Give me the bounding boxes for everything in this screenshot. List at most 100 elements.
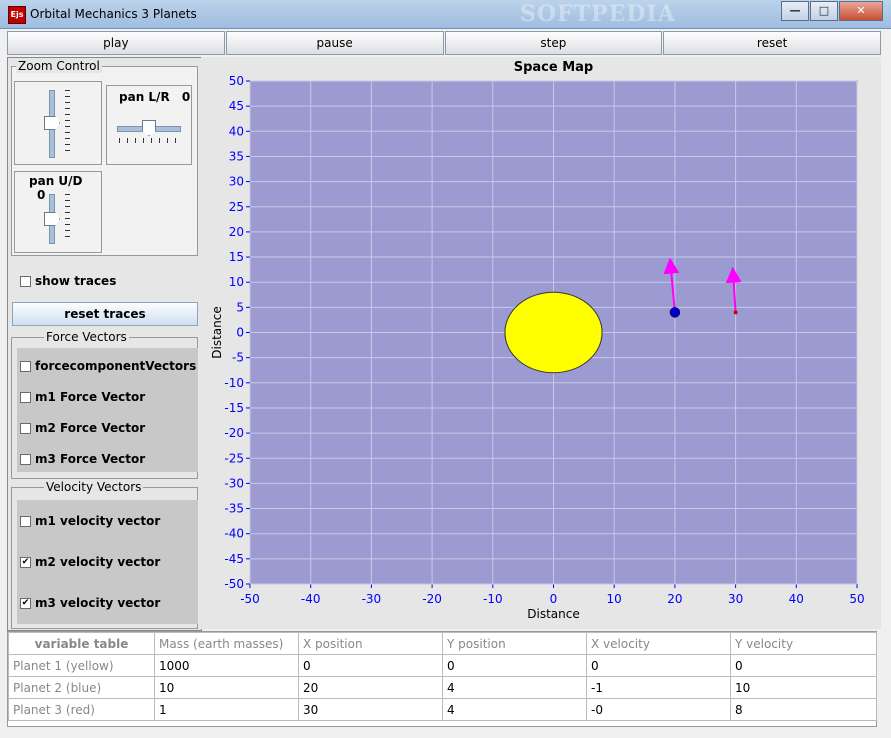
y-tick-label: -50: [224, 577, 244, 591]
x-tick-label: 10: [607, 592, 622, 606]
table-header-cell: Y velocity: [730, 632, 877, 655]
table-cell-input[interactable]: 20: [298, 676, 443, 699]
y-tick-label: -5: [232, 351, 244, 365]
y-tick-label: 5: [236, 300, 244, 314]
reset-traces-button[interactable]: reset traces: [12, 302, 198, 326]
table-header-cell: Mass (earth masses): [154, 632, 299, 655]
y-tick-label: 0: [236, 326, 244, 340]
force-component-vectors-checkbox[interactable]: [20, 360, 31, 372]
m2-force-vector-checkbox[interactable]: [20, 422, 31, 434]
pan-lr-slider-box: pan L/R 0: [106, 85, 192, 165]
space-map[interactable]: -50 -40 -30 -20 -10 0 10 20 30 40 5050454035302520…: [201, 57, 881, 629]
x-tick-label: 40: [789, 592, 804, 606]
y-tick-label: 50: [229, 74, 244, 88]
x-tick-label: 30: [728, 592, 743, 606]
pan-ud-slider-thumb[interactable]: [44, 212, 60, 226]
table-cell-input[interactable]: 1: [154, 698, 299, 721]
pan-lr-slider-thumb[interactable]: [142, 120, 156, 136]
m1-velocity-vector-label: m1 velocity vector: [35, 514, 161, 528]
table-header-cell: variable table: [8, 632, 155, 655]
space-map-panel: -50 -40 -30 -20 -10 0 10 20 30 40 50 50 45 40 35 30 25 20…: [201, 57, 881, 629]
show-traces-option[interactable]: show traces: [20, 274, 116, 288]
zoom-slider-box: [14, 81, 102, 165]
planet-2[interactable]: [669, 307, 681, 318]
y-tick-label: 15: [229, 250, 244, 264]
x-tick-label: -30: [362, 592, 382, 606]
m3-force-vector-checkbox[interactable]: [20, 453, 31, 465]
table-cell-input[interactable]: 4: [442, 676, 587, 699]
velocity-vector-option-0[interactable]: m1 velocity vector: [20, 514, 160, 528]
y-tick-label: -15: [224, 401, 244, 415]
m3-velocity-vector-checkbox[interactable]: ✔: [20, 597, 31, 609]
x-axis-label: Distance: [527, 607, 579, 621]
table-cell-input[interactable]: 0: [298, 654, 443, 677]
force-vector-option-1[interactable]: m1 Force Vector: [20, 390, 145, 404]
table-header-cell: X position: [298, 632, 443, 655]
play-button[interactable]: play: [7, 31, 225, 55]
x-tick-label: -50: [240, 592, 260, 606]
y-tick-label: 10: [229, 275, 244, 289]
m3-force-vector-label: m3 Force Vector: [35, 452, 146, 466]
maximize-button[interactable]: □: [810, 1, 838, 21]
plot-title: Space Map: [514, 60, 594, 75]
pan-ud-slider-box: pan U/D 0: [14, 171, 102, 253]
step-button[interactable]: step: [444, 31, 663, 55]
table-row-header: Planet 3 (red): [8, 698, 155, 721]
y-tick-label: -45: [224, 552, 244, 566]
window-title: Orbital Mechanics 3 Planets: [30, 7, 197, 21]
y-tick-label: -40: [224, 527, 244, 541]
show-traces-checkbox[interactable]: [20, 275, 31, 287]
force-vector-option-2[interactable]: m2 Force Vector: [20, 421, 145, 435]
y-tick-label: 35: [229, 149, 244, 163]
x-tick-label: 20: [667, 592, 682, 606]
pan-lr-label-text: pan L/R: [119, 90, 170, 104]
minimize-button[interactable]: —: [781, 1, 809, 21]
planet-1-sun[interactable]: [504, 291, 603, 374]
reset-button[interactable]: reset: [663, 31, 881, 55]
y-tick-label: -20: [224, 426, 244, 440]
table-cell-input[interactable]: 10: [730, 676, 877, 699]
table-cell-input[interactable]: 0: [586, 654, 731, 677]
pause-button[interactable]: pause: [225, 31, 444, 55]
table-row: Planet 2 (blue) 10 20 4 -1 10: [8, 676, 877, 699]
force-vectors-legend: Force Vectors: [44, 330, 129, 344]
table-cell-input[interactable]: 0: [442, 654, 587, 677]
table-header-row: variable table Mass (earth masses) X posit…: [8, 632, 877, 655]
table-cell-input[interactable]: 10: [154, 676, 299, 699]
force-component-vectors-label: forcecomponentVectors: [35, 359, 197, 373]
table-cell-input[interactable]: 30: [298, 698, 443, 721]
velocity-vectors-legend: Velocity Vectors: [44, 480, 144, 494]
m2-velocity-vector-label: m2 velocity vector: [35, 555, 161, 569]
table-header-cell: Y position: [442, 632, 587, 655]
table-cell-input[interactable]: 0: [730, 654, 877, 677]
table-cell-input[interactable]: -0: [586, 698, 731, 721]
y-tick-label: 25: [229, 200, 244, 214]
zoom-slider-thumb[interactable]: [44, 116, 60, 130]
m1-velocity-vector-checkbox[interactable]: [20, 515, 31, 527]
x-tick-label: -40: [301, 592, 321, 606]
pan-ud-label-text: pan U/D: [29, 174, 83, 188]
table-cell-input[interactable]: 1000: [154, 654, 299, 677]
m2-velocity-vector-checkbox[interactable]: ✔: [20, 556, 31, 568]
table-cell-input[interactable]: -1: [586, 676, 731, 699]
velocity-vector-option-1[interactable]: ✔ m2 velocity vector: [20, 555, 160, 569]
table-cell-input[interactable]: 8: [730, 698, 877, 721]
y-tick-label: 45: [229, 99, 244, 113]
force-vector-option-0[interactable]: forcecomponentVectors: [20, 359, 196, 373]
variable-table: variable table Mass (earth masses) X posit…: [7, 631, 877, 727]
force-vector-option-3[interactable]: m3 Force Vector: [20, 452, 145, 466]
app-icon: Ejs: [8, 6, 26, 24]
y-tick-label: -30: [224, 476, 244, 490]
y-axis-label: Distance: [210, 306, 224, 358]
close-button[interactable]: ✕: [839, 1, 883, 21]
planet-3[interactable]: [733, 310, 738, 315]
velocity-vector-option-2[interactable]: ✔ m3 velocity vector: [20, 596, 160, 610]
pan-lr-value: 0: [181, 90, 191, 104]
pan-lr-label: pan L/R 0: [119, 90, 190, 104]
m1-force-vector-checkbox[interactable]: [20, 391, 31, 403]
softpedia-watermark: SOFTPEDIA: [520, 1, 676, 27]
table-row-header: Planet 2 (blue): [8, 676, 155, 699]
table-cell-input[interactable]: 4: [442, 698, 587, 721]
pan-lr-slider-ticks: [119, 138, 183, 143]
y-tick-label: -10: [224, 376, 244, 390]
